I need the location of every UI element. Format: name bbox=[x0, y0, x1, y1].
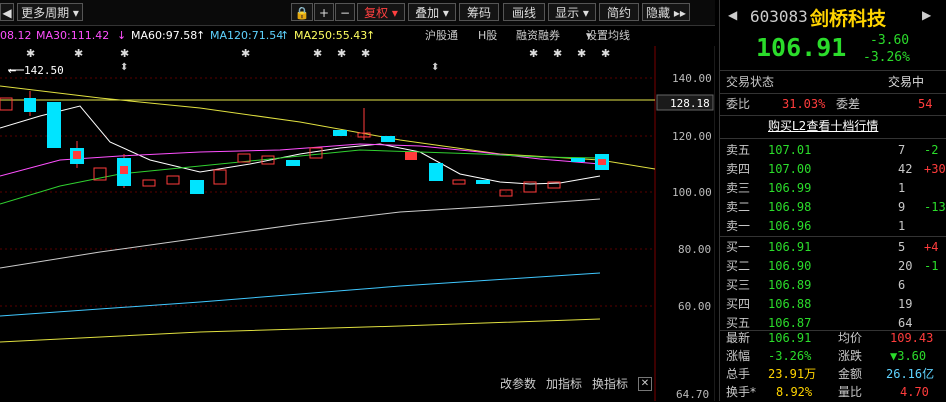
ma20-value: 08.12 bbox=[0, 29, 32, 42]
collapse-arrow-icon[interactable]: ◀ bbox=[0, 3, 14, 21]
ma30-down-arrow-icon: ↓ bbox=[117, 29, 127, 42]
svg-text:⬍: ⬍ bbox=[431, 62, 439, 73]
margin-tag[interactable]: 融资融券 bbox=[516, 26, 560, 46]
candles bbox=[0, 91, 609, 197]
ma120-value: MA120:71.54 bbox=[210, 29, 284, 42]
overlay-dropdown[interactable]: 叠加 ▾ bbox=[408, 3, 456, 21]
indicator-toolbar: 改参数 加指标 换指标 ✕ bbox=[490, 374, 660, 394]
order-ratio-value: 31.03% bbox=[782, 97, 826, 111]
restore-dropdown[interactable]: 复权 ▾ bbox=[357, 3, 405, 21]
asks-row[interactable]: 卖一 106.96 1 bbox=[720, 217, 946, 236]
svg-text:✱: ✱ bbox=[313, 47, 322, 60]
svg-text:✱: ✱ bbox=[120, 47, 129, 60]
stock-price: 106.91 bbox=[756, 33, 847, 62]
bids-row[interactable]: 买二 106.90 20 -1 bbox=[720, 257, 946, 276]
stat-row-3: 总手 23.91万 金额 26.16亿 bbox=[726, 367, 935, 381]
stock-change: -3.60 bbox=[870, 33, 910, 48]
svg-text:⬍: ⬍ bbox=[120, 62, 128, 73]
l2-link-row: 购买L2查看十档行情 bbox=[720, 117, 946, 136]
axis-tick-60: 60.00 bbox=[678, 300, 711, 313]
trade-status-value: 交易中 bbox=[888, 75, 925, 89]
draw-button[interactable]: 画线 bbox=[503, 3, 545, 21]
bids-row[interactable]: 买一 106.91 5 +4 bbox=[720, 238, 946, 257]
ma-settings-link[interactable]: 设置均线 ▾ bbox=[586, 26, 630, 46]
axis-bottom-value: 64.70 bbox=[676, 388, 709, 401]
order-ratio-row: 委比 31.03% 委差 54 bbox=[720, 95, 946, 114]
asks-row[interactable]: 卖二 106.98 9 -13 bbox=[720, 198, 946, 217]
chart-toolbar: ◀ 更多周期 ▾ 🔒 + − 复权 ▾ 叠加 ▾ 筹码 画线 显示 ▾ 简约 隐… bbox=[0, 0, 715, 26]
svg-text:✱: ✱ bbox=[26, 47, 35, 60]
l2-upgrade-link[interactable]: 购买L2查看十档行情 bbox=[768, 117, 878, 136]
high-arrow-icon: ← bbox=[8, 66, 16, 77]
swap-indicator-button[interactable]: 换指标 bbox=[592, 374, 628, 394]
asks-row[interactable]: 卖三 106.99 1 bbox=[720, 179, 946, 198]
h-share-tag[interactable]: H股 bbox=[478, 26, 497, 46]
svg-text:✱: ✱ bbox=[74, 47, 83, 60]
ma-legend-bar: 08.12 MA30:111.42 ↓ MA60:97.58 ↑ MA120:7… bbox=[0, 26, 655, 46]
order-diff-value: 54 bbox=[918, 97, 933, 111]
ma250-value: MA250:55.43 bbox=[294, 29, 368, 42]
svg-text:✱: ✱ bbox=[577, 47, 586, 60]
params-button[interactable]: 改参数 bbox=[500, 374, 536, 394]
lock-icon[interactable]: 🔒 bbox=[291, 3, 313, 21]
ma60-up-arrow-icon: ↑ bbox=[196, 29, 206, 42]
ma120-up-arrow-icon: ↑ bbox=[280, 29, 290, 42]
axis-tick-120: 120.00 bbox=[672, 130, 712, 143]
stat-row-4: 换手* 8.92% 量比 4.70 bbox=[726, 385, 929, 399]
stat-row-1: 最新 106.91 均价 109.43 bbox=[726, 331, 934, 345]
svg-text:✱: ✱ bbox=[361, 47, 370, 60]
svg-text:✱: ✱ bbox=[529, 47, 538, 60]
svg-text:✱: ✱ bbox=[601, 47, 610, 60]
event-markers: ✱ ✱ ✱ ✱ ✱ ✱ ✱ ✱ ✱ ✱ ✱ bbox=[26, 47, 610, 60]
hide-button[interactable]: 隐藏 ▸▸ bbox=[642, 3, 690, 21]
kline-chart[interactable]: ✱ ✱ ✱ ✱ ✱ ✱ ✱ ✱ ✱ ✱ ✱ 140.00 120.00 100.00 80.0… bbox=[0, 46, 715, 401]
asks-row[interactable]: 卖五 107.01 7 -2 bbox=[720, 141, 946, 160]
axis-tick-100: 100.00 bbox=[672, 186, 712, 199]
stock-header: ◀ 603083 剑桥科技 ▶ 106.91 -3.60 -3.26% bbox=[720, 0, 946, 71]
next-stock-icon[interactable]: ▶ bbox=[922, 8, 931, 22]
axis-tick-140: 140.00 bbox=[672, 72, 712, 85]
svg-text:✱: ✱ bbox=[553, 47, 562, 60]
stock-code: 603083 bbox=[750, 7, 808, 26]
zoom-out-icon[interactable]: − bbox=[335, 3, 355, 21]
display-dropdown[interactable]: 显示 ▾ bbox=[548, 3, 596, 21]
stat-row-2: 涨幅 -3.26% 涨跌 ▼3.60 bbox=[726, 349, 927, 363]
zoom-in-icon[interactable]: + bbox=[314, 3, 334, 21]
simple-button[interactable]: 简约 bbox=[599, 3, 639, 21]
axis-tick-80: 80.00 bbox=[678, 243, 711, 256]
bids-row[interactable]: 买三 106.89 6 bbox=[720, 276, 946, 295]
svg-text:✱: ✱ bbox=[241, 47, 250, 60]
prev-stock-icon[interactable]: ◀ bbox=[728, 8, 737, 22]
add-indicator-button[interactable]: 加指标 bbox=[546, 374, 582, 394]
stock-name: 剑桥科技 bbox=[810, 8, 887, 30]
close-icon[interactable]: ✕ bbox=[638, 377, 652, 391]
ma250-up-arrow-icon: ↑ bbox=[366, 29, 376, 42]
ma60-value: MA60:97.58 bbox=[131, 29, 198, 42]
hk-connect-tag[interactable]: 沪股通 bbox=[425, 26, 458, 46]
asks-row[interactable]: 卖四 107.00 42 +30 bbox=[720, 160, 946, 179]
ma30-value: MA30:111.42 bbox=[36, 29, 110, 42]
quote-panel: ◀ 603083 剑桥科技 ▶ 106.91 -3.60 -3.26% 交易状态… bbox=[719, 0, 946, 401]
bids-row[interactable]: 买四 106.88 19 bbox=[720, 295, 946, 314]
trade-status-row: 交易状态 交易中 bbox=[720, 73, 946, 92]
high-price-label: 142.50 bbox=[24, 64, 64, 77]
current-price-marker: 128.18 bbox=[670, 97, 710, 110]
period-dropdown[interactable]: 更多周期 ▾ bbox=[17, 3, 83, 21]
stock-change-pct: -3.26% bbox=[863, 50, 910, 65]
chips-button[interactable]: 筹码 bbox=[459, 3, 499, 21]
svg-text:✱: ✱ bbox=[337, 47, 346, 60]
